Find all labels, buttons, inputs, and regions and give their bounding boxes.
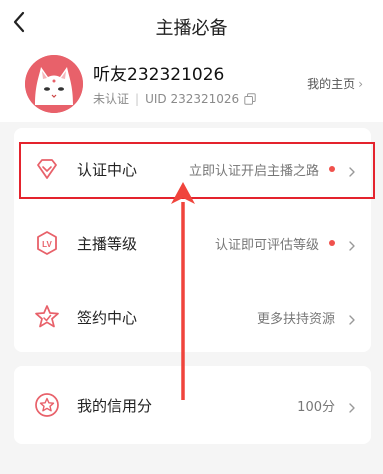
menu-item-credit-score[interactable]: 我的信用分 100分 xyxy=(14,368,371,442)
page-title: 主播必备 xyxy=(155,18,228,39)
notification-dot xyxy=(329,240,335,246)
chevron-right-icon: › xyxy=(358,76,363,91)
meta-divider: | xyxy=(135,91,140,106)
svg-text:LV: LV xyxy=(42,240,52,249)
menu-item-label: 我的信用分 xyxy=(77,396,153,415)
chevron-right-icon xyxy=(347,311,357,325)
menu-item-anchor-level[interactable]: LV 主播等级 认证即可评估等级 xyxy=(14,206,371,280)
menu-item-desc-text: 更多扶持资源 xyxy=(256,311,335,327)
profile-meta: 未认证 | UID 232321026 xyxy=(93,90,256,107)
homepage-label: 我的主页 xyxy=(307,77,356,91)
lv-badge-icon: LV xyxy=(34,230,60,256)
menu-item-desc: 更多扶持资源 xyxy=(257,308,335,327)
credit-star-icon xyxy=(34,392,60,418)
header-profile-area: 主播必备 听友232321026 未认证 | UID 232321026 我的主… xyxy=(0,0,383,122)
notification-dot xyxy=(329,166,335,172)
credit-score-value: 100分 xyxy=(297,399,335,415)
copy-icon[interactable] xyxy=(244,92,256,105)
diamond-badge-icon xyxy=(34,156,60,182)
anchor-menu-card: 认证中心 立即认证开启主播之路 LV 主播等级 认证即可评估等级 签约中心 更多… xyxy=(14,128,371,352)
homepage-link[interactable]: 我的主页 › xyxy=(307,75,363,92)
cat-avatar-icon xyxy=(25,55,83,113)
star-badge-icon xyxy=(34,304,60,330)
verification-status: 未认证 xyxy=(93,92,130,106)
menu-item-desc: 立即认证开启主播之路 xyxy=(189,160,335,179)
menu-item-desc-text: 立即认证开启主播之路 xyxy=(188,163,319,179)
username: 听友232321026 xyxy=(93,65,225,85)
menu-item-desc: 认证即可评估等级 xyxy=(215,234,335,253)
chevron-right-icon xyxy=(347,163,357,177)
menu-item-label: 签约中心 xyxy=(77,308,138,327)
chevron-right-icon xyxy=(347,237,357,251)
menu-item-label: 认证中心 xyxy=(77,160,138,179)
menu-item-label: 主播等级 xyxy=(77,234,138,253)
menu-item-desc-text: 认证即可评估等级 xyxy=(214,237,319,253)
menu-item-contract-center[interactable]: 签约中心 更多扶持资源 xyxy=(14,280,371,354)
uid-text: UID 232321026 xyxy=(145,91,240,106)
menu-item-certification[interactable]: 认证中心 立即认证开启主播之路 xyxy=(14,132,371,206)
credit-card: 我的信用分 100分 xyxy=(14,366,371,444)
avatar[interactable] xyxy=(25,55,83,113)
chevron-right-icon xyxy=(347,399,357,413)
